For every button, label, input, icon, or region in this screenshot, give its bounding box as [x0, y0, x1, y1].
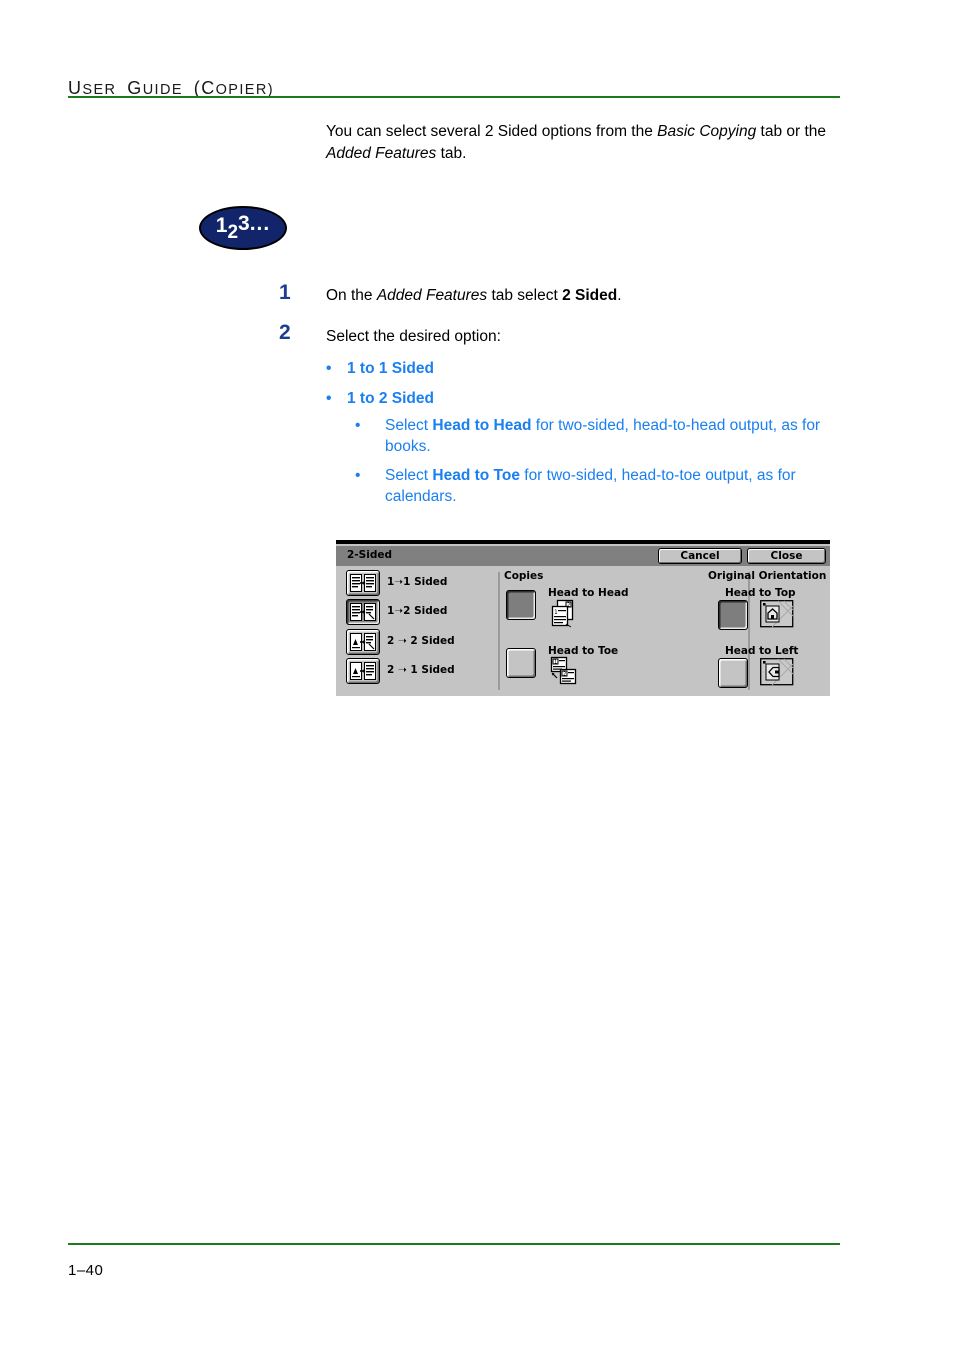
intro-italic-basic-copying: Basic Copying	[657, 123, 757, 140]
sub1-text-a: Select	[385, 417, 433, 434]
step-text-2: Select the desired option:	[326, 326, 846, 348]
step1-text-b: tab select	[487, 287, 563, 304]
badge-digit-2: 2	[227, 222, 239, 243]
one-to-one-sided-icon	[350, 574, 376, 592]
one-to-one-sided-icon-button[interactable]	[346, 570, 380, 596]
copies-group-title: Copies	[504, 570, 544, 582]
two-to-two-sided-icon	[350, 633, 376, 651]
bullet-dot-icon: •	[355, 467, 361, 484]
cancel-button[interactable]: Cancel	[658, 548, 742, 564]
one-to-two-sided-icon-button[interactable]	[346, 599, 380, 625]
two-to-one-sided-icon-button[interactable]	[346, 658, 380, 684]
dialog-title: 2-Sided	[347, 549, 392, 561]
badge-digit-3: 3	[238, 212, 250, 235]
step1-bold: 2 Sided	[562, 287, 618, 304]
head-to-head-label: Head to Head	[548, 587, 629, 599]
intro-text-d: tab.	[436, 145, 467, 162]
bullet-dot-icon: •	[355, 417, 361, 434]
list-item-label: 1 to 1 Sided	[347, 360, 434, 377]
option-row-2-to-2-sided[interactable]: 2 ➝ 2 Sided	[346, 629, 486, 657]
one-to-two-sided-icon	[350, 603, 376, 621]
head-to-left-icon	[760, 658, 794, 686]
bullet-dot-icon: •	[326, 390, 332, 407]
two-to-one-sided-icon	[350, 662, 376, 680]
dialog-top-border	[336, 540, 830, 544]
list-item-text: Select Head to Head for two-sided, head-…	[385, 415, 835, 457]
head-to-toe-select-button[interactable]	[506, 648, 536, 678]
intro-text-a: You can select several 2 Sided options f…	[326, 123, 658, 140]
step2-text-a: Select the desired option:	[326, 328, 501, 345]
footer-divider-rule	[68, 1243, 840, 1245]
badge-digit-1: 1	[215, 214, 228, 237]
close-button[interactable]: Close	[747, 548, 826, 564]
option-row-1-to-2-sided[interactable]: 1➝2 Sided	[346, 599, 486, 627]
step-number-2: 2	[279, 321, 291, 344]
intro-italic-added-features: Added Features	[326, 145, 437, 162]
procedure-steps-badge: 1 2 3...	[199, 206, 287, 250]
dialog-body: 1➝1 Sided 1➝2 Sided 2 ➝ 2 Sided 2 ➝ 1 Si…	[336, 566, 830, 696]
svg-text:2: 2	[563, 672, 566, 678]
head-to-head-icon: 2 1	[551, 599, 574, 628]
head-to-left-label: Head to Left	[725, 645, 799, 657]
badge-ellipsis: ...	[249, 212, 271, 235]
two-sided-dialog-screenshot: 2-Sided Cancel Close 1➝1 Sided 1➝2 Sided…	[336, 540, 830, 696]
intro-text-b: tab	[756, 123, 783, 140]
sub1-bold-term: Head to Head	[432, 417, 532, 434]
step-text-1: On the Added Features tab select 2 Sided…	[326, 285, 846, 307]
head-to-head-select-button[interactable]	[506, 590, 536, 620]
step1-text-c: .	[617, 287, 622, 304]
option-label: 1➝2 Sided	[387, 605, 448, 617]
sub2-bold-term: Head to Toe	[432, 467, 520, 484]
step-number-1: 1	[279, 281, 291, 304]
option-row-1-to-1-sided[interactable]: 1➝1 Sided	[346, 570, 486, 598]
list-item-text: Select Head to Toe for two-sided, head-t…	[385, 465, 835, 507]
two-to-two-sided-icon-button[interactable]	[346, 629, 380, 655]
intro-text-c: or the	[786, 123, 827, 140]
svg-text:1: 1	[554, 660, 557, 666]
option-label: 1➝1 Sided	[387, 576, 448, 588]
option-row-2-to-1-sided[interactable]: 2 ➝ 1 Sided	[346, 658, 486, 686]
header-divider-rule	[68, 96, 840, 98]
head-to-top-label: Head to Top	[725, 587, 796, 599]
copies-group-divider	[498, 572, 500, 690]
svg-text:1: 1	[554, 609, 558, 616]
intro-paragraph: You can select several 2 Sided options f…	[326, 121, 846, 165]
step1-italic: Added Features	[376, 287, 488, 304]
bullet-dot-icon: •	[326, 360, 332, 377]
dialog-titlebar: 2-Sided Cancel Close	[336, 546, 830, 566]
orientation-group-title: Original Orientation	[708, 570, 827, 582]
badge-label: 1 2 3...	[201, 208, 285, 248]
head-to-toe-icon: 1 2	[550, 656, 577, 685]
head-to-left-select-button[interactable]	[718, 658, 748, 688]
sub2-text-a: Select	[385, 467, 433, 484]
list-item-label: 1 to 2 Sided	[347, 390, 434, 407]
head-to-top-select-button[interactable]	[718, 600, 748, 630]
step1-text-a: On the	[326, 287, 377, 304]
head-to-top-icon	[760, 600, 794, 628]
option-label: 2 ➝ 1 Sided	[387, 664, 455, 676]
page-number: 1–40	[68, 1262, 104, 1279]
option-label: 2 ➝ 2 Sided	[387, 635, 455, 647]
